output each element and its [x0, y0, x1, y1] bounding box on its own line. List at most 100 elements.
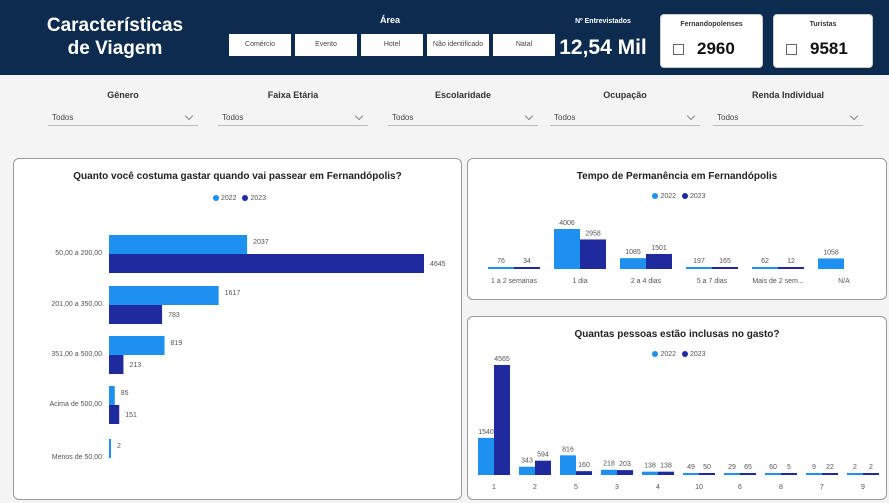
kpi-label: Nº Entrevistados [575, 18, 631, 25]
data-label: 213 [129, 362, 141, 369]
bar-2022 [601, 469, 617, 475]
bar-2022 [560, 455, 576, 475]
area-option-hotel[interactable]: Hotel [360, 33, 424, 57]
area-option-evento[interactable]: Evento [294, 33, 358, 57]
data-label: 816 [562, 446, 574, 453]
data-label: 9 [812, 464, 816, 471]
data-label: 5 [787, 464, 791, 471]
card-title: Fernandopolenses [680, 21, 743, 28]
card-turistas: Turistas 9581 [773, 14, 873, 68]
data-label: 4006 [559, 220, 575, 227]
bar-2023 [576, 471, 592, 475]
data-label: 1058 [823, 249, 839, 256]
bar-2023 [494, 365, 510, 475]
chart-panel-gasto: Quanto você costuma gastar quando vai pa… [13, 158, 462, 500]
kpi-value: 12,54 Mil [559, 36, 647, 59]
data-label: 138 [660, 463, 672, 470]
category-label: 2 [533, 484, 537, 491]
checkbox-turistas[interactable] [786, 44, 797, 55]
bar-2023 [822, 473, 838, 475]
data-label: 2 [117, 443, 121, 450]
data-label: 60 [769, 464, 777, 471]
data-label: 1617 [225, 290, 241, 297]
bar-2023 [109, 355, 124, 374]
chevron-down-icon [524, 111, 534, 121]
data-label: 85 [121, 390, 129, 397]
category-label: 1 a 2 semanas [491, 278, 537, 285]
data-label: 29 [728, 464, 736, 471]
filter-ocupacao: Ocupação Todos [550, 90, 700, 126]
data-label: 2037 [253, 239, 269, 246]
bar-2023 [863, 473, 879, 475]
bar-2023 [109, 254, 424, 273]
bar-2022 [818, 258, 844, 269]
data-label: 151 [125, 412, 137, 419]
bar-2022 [683, 473, 699, 475]
area-option-natal[interactable]: Natal [492, 33, 556, 57]
filter-select-escolaridade[interactable]: Todos [388, 110, 538, 126]
category-label: N/A [838, 278, 850, 285]
category-label: Mais de 2 sem... [752, 278, 803, 285]
category-label: 8 [779, 484, 783, 491]
area-filter: Comércio Evento Hotel Não identificado N… [228, 33, 556, 57]
bar-2022 [806, 473, 822, 475]
bar-2023 [778, 267, 804, 269]
bar-2022 [620, 258, 646, 269]
filter-select-renda-individual[interactable]: Todos [713, 110, 863, 126]
bar-2023 [781, 473, 797, 475]
bar-2022 [488, 267, 514, 269]
bar-2022 [478, 437, 494, 475]
bar-2022 [519, 466, 535, 475]
bar-2023 [740, 473, 756, 475]
data-label: 2 [853, 464, 857, 471]
category-label: Menos de 50,00 [52, 454, 102, 461]
filter-select-faixa-etaria[interactable]: Todos [218, 110, 368, 126]
filter-genero: Gênero Todos [48, 90, 198, 126]
data-label: 203 [619, 461, 631, 468]
data-label: 1501 [651, 245, 667, 252]
category-label: 5 [574, 484, 578, 491]
filter-select-ocupacao[interactable]: Todos [550, 110, 700, 126]
filter-select-genero[interactable]: Todos [48, 110, 198, 126]
filter-faixa-etaria: Faixa Etária Todos [218, 90, 368, 126]
data-label: 343 [521, 458, 533, 465]
bar-2022 [724, 473, 740, 475]
filter-label: Faixa Etária [267, 90, 319, 100]
data-label: 12 [787, 258, 795, 265]
card-value: 2960 [697, 39, 735, 58]
bar-2022 [109, 439, 111, 458]
category-label: 9 [861, 484, 865, 491]
filter-value: Todos [52, 113, 74, 122]
page-title: Características de Viagem [46, 15, 184, 59]
category-label: 10 [695, 484, 703, 491]
bar-2023 [109, 405, 120, 424]
category-label: 6 [738, 484, 742, 491]
category-label: 50,00 a 200,00 [55, 250, 102, 257]
bar-2022 [686, 267, 712, 269]
filter-escolaridade: Escolaridade Todos [388, 90, 538, 126]
data-label: 76 [497, 258, 505, 265]
filter-value: Todos [222, 113, 244, 122]
bar-2023 [658, 471, 674, 475]
area-filter-label: Área [379, 15, 400, 25]
bar-2023 [712, 267, 738, 269]
bar-2022 [109, 386, 115, 405]
checkbox-fernandopolenses[interactable] [673, 44, 684, 55]
bar-2022 [642, 471, 658, 475]
category-label: 5 a 7 dias [697, 278, 728, 285]
filter-label: Ocupação [603, 90, 647, 100]
area-option-nao-identificado[interactable]: Não identificado [426, 33, 490, 57]
category-label: 7 [820, 484, 824, 491]
data-label: 4565 [494, 356, 510, 363]
data-label: 49 [687, 464, 695, 471]
filter-label: Gênero [107, 90, 139, 100]
data-label: 218 [603, 461, 615, 468]
area-option-comercio[interactable]: Comércio [228, 33, 292, 57]
bar-2022 [109, 235, 248, 254]
data-label: 4645 [430, 261, 446, 268]
data-label: 34 [523, 258, 531, 265]
filter-label: Escolaridade [434, 90, 492, 100]
data-label: 22 [826, 464, 834, 471]
category-label: 2 a 4 dias [631, 278, 662, 285]
data-label: 50 [703, 464, 711, 471]
